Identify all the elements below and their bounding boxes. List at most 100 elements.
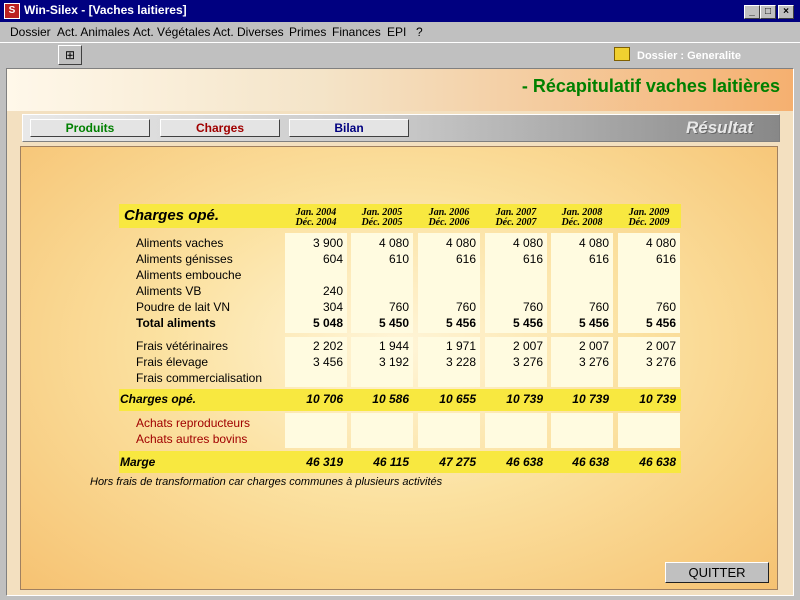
period-header: Jan. 2006 Déc. 2006	[418, 208, 480, 228]
tab-bilan[interactable]: Bilan	[289, 119, 409, 137]
period-header: Jan. 2008 Déc. 2008	[551, 208, 613, 228]
period-end: Déc. 2008	[561, 217, 603, 228]
value-cell[interactable]: 46 638	[551, 455, 609, 469]
value-cell[interactable]: 10 739	[551, 392, 609, 406]
value-cell[interactable]: 616	[551, 252, 609, 266]
resultat-label: Résultat	[686, 118, 754, 137]
app-icon[interactable]: S	[4, 3, 20, 19]
value-cell[interactable]: 616	[618, 252, 676, 266]
value-cell[interactable]: 616	[485, 252, 543, 266]
row-label: Achats reproducteurs	[136, 416, 251, 430]
row-label: Aliments VB	[136, 284, 202, 298]
value-cell[interactable]: 3 276	[485, 355, 543, 369]
value-cell-bg	[485, 413, 547, 448]
maximize-button[interactable]: □	[760, 5, 776, 19]
value-cell[interactable]: 5 456	[418, 316, 476, 330]
value-cell[interactable]: 1 944	[351, 339, 409, 353]
menu-primes[interactable]: Primes	[289, 25, 326, 39]
value-cell[interactable]: 46 638	[485, 455, 543, 469]
value-cell[interactable]: 10 739	[618, 392, 676, 406]
value-cell[interactable]: 10 655	[418, 392, 476, 406]
value-cell[interactable]: 760	[618, 300, 676, 314]
value-cell[interactable]: 1 971	[418, 339, 476, 353]
value-cell[interactable]: 47 275	[418, 455, 476, 469]
row-label: Total aliments	[136, 316, 216, 330]
period-end: Déc. 2009	[628, 217, 670, 228]
value-cell[interactable]: 240	[285, 284, 343, 298]
row-label: Marge	[120, 455, 156, 469]
menu-finances[interactable]: Finances	[332, 25, 381, 39]
value-cell[interactable]: 10 706	[285, 392, 343, 406]
value-cell[interactable]: 2 202	[285, 339, 343, 353]
value-cell-bg	[618, 413, 680, 448]
menu-act-animales[interactable]: Act. Animales	[57, 25, 130, 39]
value-cell[interactable]: 46 115	[351, 455, 409, 469]
title-bar: S Win-Silex - [Vaches laitieres] _ □ ×	[0, 0, 800, 22]
row-label: Frais élevage	[136, 355, 209, 369]
value-cell[interactable]: 5 456	[485, 316, 543, 330]
menu-act-vegetales[interactable]: Act. Végétales	[133, 25, 210, 39]
hierarchy-icon[interactable]: ⊞	[58, 45, 82, 65]
value-cell[interactable]: 3 276	[618, 355, 676, 369]
value-cell[interactable]: 4 080	[418, 236, 476, 250]
tab-produits[interactable]: Produits	[30, 119, 150, 137]
dossier-label: Dossier : Generalite	[637, 50, 741, 62]
value-cell[interactable]: 2 007	[551, 339, 609, 353]
period-header: Jan. 2009 Déc. 2009	[618, 208, 680, 228]
value-cell[interactable]: 46 319	[285, 455, 343, 469]
row-label: Aliments vaches	[136, 236, 224, 250]
period-end: Déc. 2006	[428, 217, 470, 228]
value-cell[interactable]: 10 739	[485, 392, 543, 406]
value-cell[interactable]: 610	[351, 252, 409, 266]
menu-dossier[interactable]: Dossier	[10, 25, 51, 39]
period-end: Déc. 2004	[295, 217, 337, 228]
value-cell[interactable]: 5 456	[618, 316, 676, 330]
value-cell[interactable]: 3 276	[551, 355, 609, 369]
row-label: Charges opé.	[120, 392, 197, 406]
menu-epi[interactable]: EPI	[387, 25, 406, 39]
value-cell[interactable]: 760	[551, 300, 609, 314]
menu-bar: Dossier Act. Animales Act. Végétales Act…	[0, 22, 800, 42]
value-cell[interactable]: 2 007	[485, 339, 543, 353]
value-cell[interactable]: 2 007	[618, 339, 676, 353]
minimize-button[interactable]: _	[744, 5, 760, 19]
value-cell[interactable]: 760	[485, 300, 543, 314]
value-cell[interactable]: 46 638	[618, 455, 676, 469]
value-cell[interactable]: 5 456	[551, 316, 609, 330]
quit-button[interactable]: QUITTER	[665, 562, 769, 583]
value-cell[interactable]: 616	[418, 252, 476, 266]
value-cell[interactable]: 5 048	[285, 316, 343, 330]
row-label: Frais commercialisation	[136, 371, 263, 385]
value-cell[interactable]: 5 450	[351, 316, 409, 330]
window-title: Win-Silex - [Vaches laitieres]	[24, 3, 187, 17]
period-header: Jan. 2007 Déc. 2007	[485, 208, 547, 228]
value-cell[interactable]: 10 586	[351, 392, 409, 406]
value-cell[interactable]: 304	[285, 300, 343, 314]
value-cell[interactable]: 760	[418, 300, 476, 314]
value-cell[interactable]: 4 080	[551, 236, 609, 250]
value-cell-bg	[285, 413, 347, 448]
value-cell[interactable]: 4 080	[351, 236, 409, 250]
menu-act-diverses[interactable]: Act. Diverses	[213, 25, 284, 39]
period-end: Déc. 2005	[361, 217, 403, 228]
value-cell[interactable]: 760	[351, 300, 409, 314]
table-title: Charges opé.	[124, 207, 220, 224]
value-cell[interactable]: 3 456	[285, 355, 343, 369]
row-label: Aliments embouche	[136, 268, 242, 282]
value-cell[interactable]: 4 080	[485, 236, 543, 250]
close-button[interactable]: ×	[778, 5, 794, 19]
value-cell[interactable]: 3 192	[351, 355, 409, 369]
tab-charges[interactable]: Charges	[160, 119, 280, 137]
value-cell[interactable]: 604	[285, 252, 343, 266]
page-title: - Récapitulatif vaches laitières	[521, 76, 780, 96]
row-label: Aliments génisses	[136, 252, 233, 266]
value-cell-bg	[551, 413, 613, 448]
value-cell[interactable]: 3 228	[418, 355, 476, 369]
folder-icon	[614, 47, 630, 61]
value-cell-bg	[351, 413, 413, 448]
row-label: Frais vétérinaires	[136, 339, 229, 353]
menu-help[interactable]: ?	[416, 25, 423, 39]
value-cell[interactable]: 3 900	[285, 236, 343, 250]
value-cell[interactable]: 4 080	[618, 236, 676, 250]
footnote: Hors frais de transformation car charges…	[90, 476, 443, 488]
